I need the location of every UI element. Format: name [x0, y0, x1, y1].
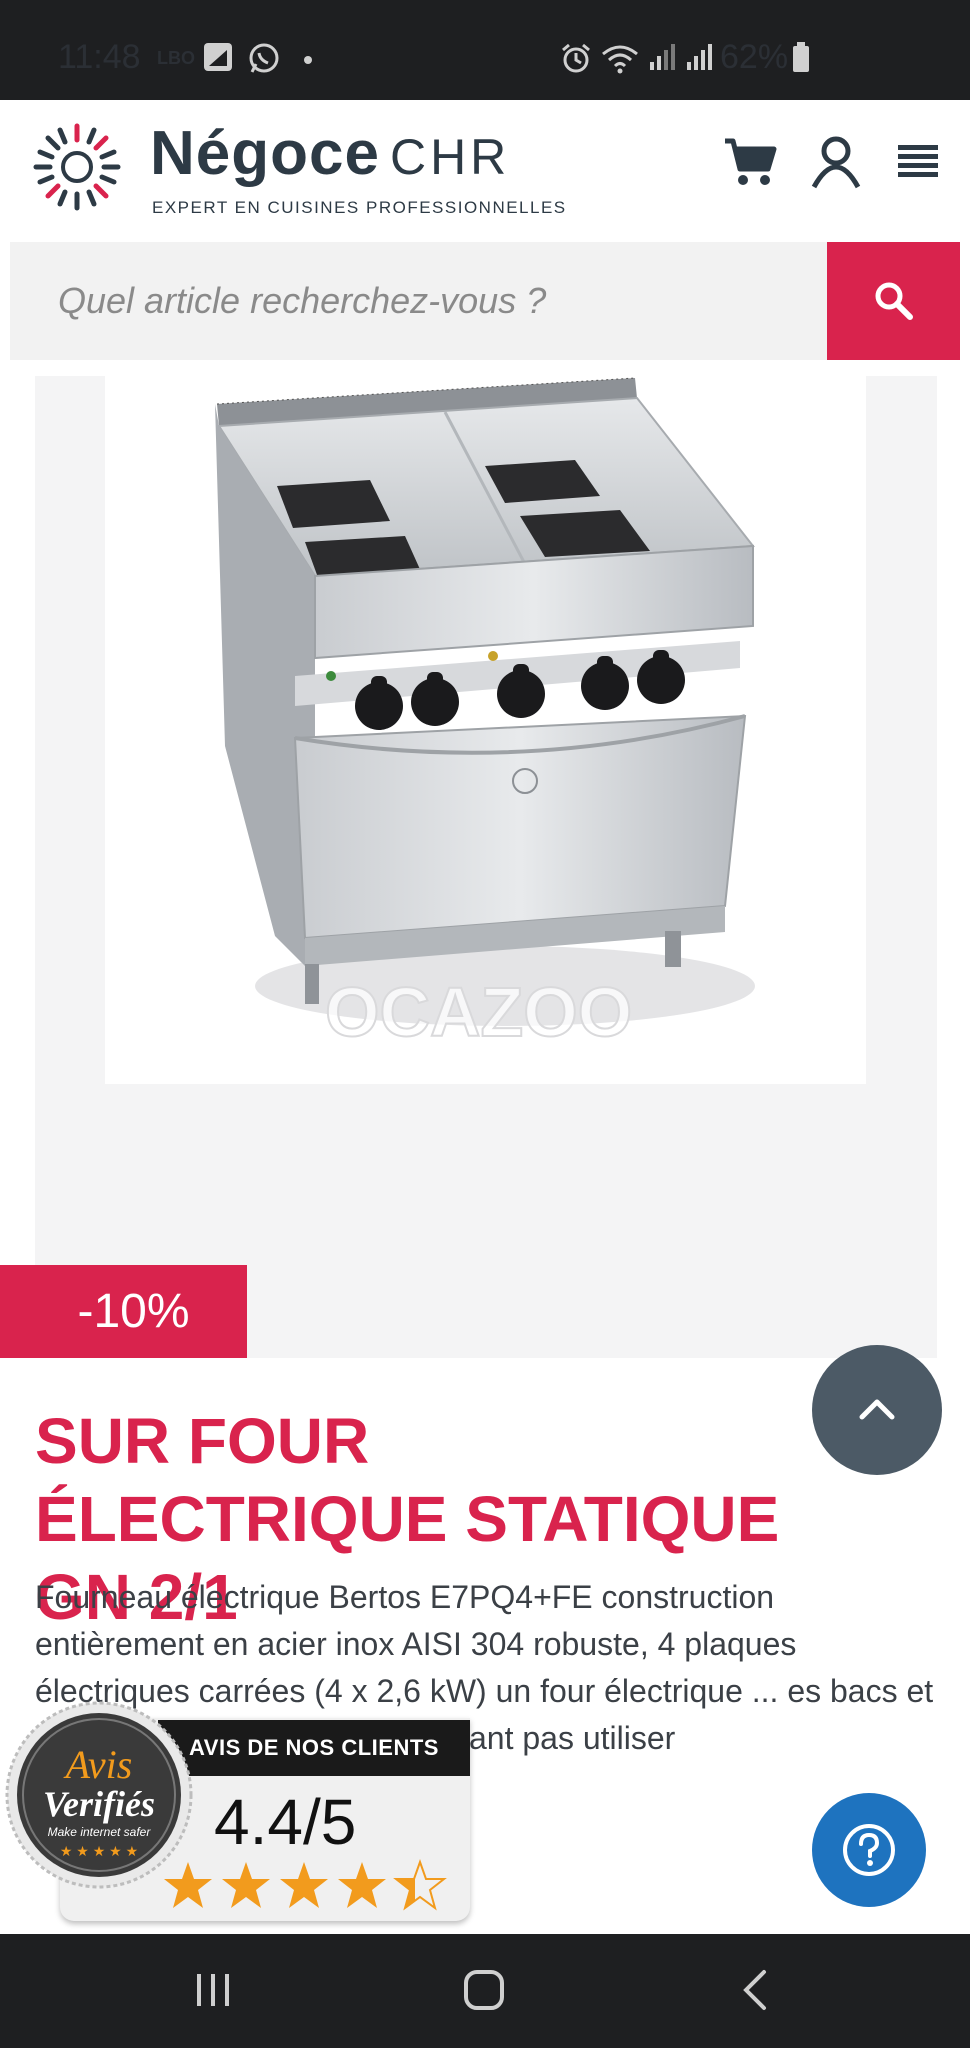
- dot-icon: [304, 56, 312, 64]
- search-icon: [875, 282, 913, 320]
- seal-tagline: Make internet safer: [48, 1825, 152, 1839]
- status-time: 11:48: [58, 38, 141, 76]
- avis-verifies-seal-icon: Avis Verifiés Make internet safer ★ ★ ★ …: [5, 1701, 193, 1889]
- signal-icon: [650, 44, 675, 70]
- account-icon[interactable]: [808, 133, 864, 189]
- question-icon: [843, 1824, 895, 1876]
- status-carrier: LBO: [157, 48, 195, 68]
- alarm-icon: [562, 43, 590, 73]
- recents-button[interactable]: [183, 1960, 243, 2020]
- svg-text:★ ★ ★ ★ ★: ★ ★ ★ ★ ★: [60, 1843, 138, 1859]
- brand-name[interactable]: Négoce CHR: [150, 118, 510, 189]
- chevron-up-icon: [859, 1399, 895, 1420]
- seal-line2: Verifiés: [43, 1784, 155, 1824]
- seal-line1: Avis: [63, 1742, 133, 1787]
- sun-logo-icon[interactable]: [32, 122, 122, 212]
- home-icon: [464, 1970, 504, 2010]
- brand-light: CHR: [389, 129, 511, 185]
- battery-icon: [793, 42, 809, 72]
- home-button[interactable]: [454, 1960, 514, 2020]
- back-button[interactable]: [726, 1960, 786, 2020]
- help-button[interactable]: [812, 1793, 926, 1907]
- reviews-score: 4.4/5: [214, 1786, 357, 1858]
- status-bar: [0, 0, 970, 100]
- product-image[interactable]: OCAZOO: [105, 376, 866, 1084]
- scroll-top-button[interactable]: [812, 1345, 942, 1475]
- battery-level: 62%: [720, 38, 789, 76]
- brand-bold: Négoce: [150, 119, 380, 188]
- back-icon: [743, 1970, 766, 2010]
- stove-image-icon: OCAZOO: [215, 377, 755, 1052]
- brand-tagline: EXPERT EN CUISINES PROFESSIONNELLES: [152, 198, 567, 217]
- recents-icon: [197, 1974, 229, 2006]
- rating-stars: [164, 1858, 447, 1911]
- search-input[interactable]: [10, 242, 827, 360]
- search-bar: [10, 242, 960, 360]
- discount-badge: -10%: [0, 1265, 247, 1358]
- signal-icon: [687, 44, 712, 70]
- whatsapp-icon: [249, 43, 279, 73]
- cart-icon[interactable]: [722, 133, 778, 189]
- reviews-header: AVIS DE NOS CLIENTS: [158, 1720, 470, 1776]
- menu-icon[interactable]: [892, 133, 948, 189]
- gallery-icon: [204, 43, 232, 71]
- watermark: OCAZOO: [325, 973, 632, 1051]
- wifi-icon: [602, 45, 638, 74]
- star-icon: [164, 1858, 447, 1911]
- search-button[interactable]: [827, 242, 960, 360]
